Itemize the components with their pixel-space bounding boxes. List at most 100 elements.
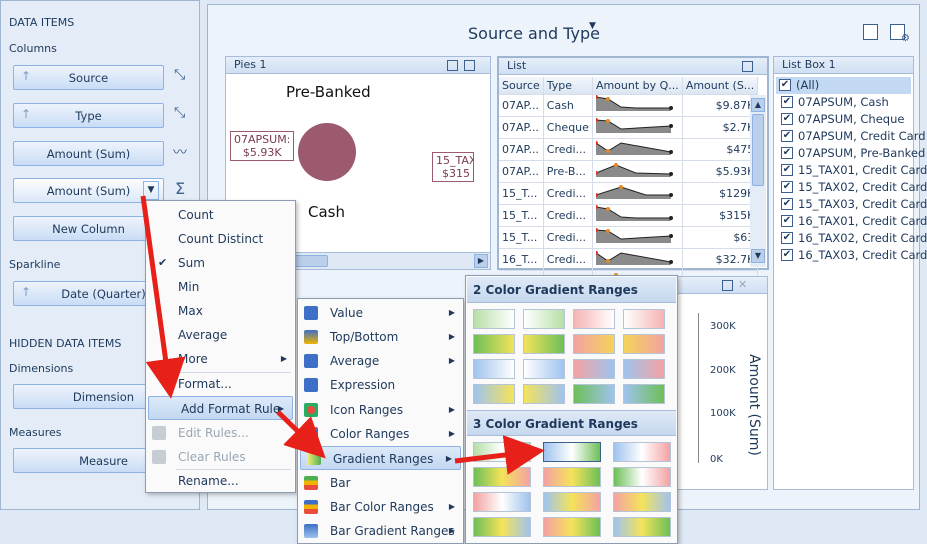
table-row[interactable]: 07AP... Cheque $2.7K	[499, 116, 759, 139]
sparkline-icon[interactable]: 〰	[173, 142, 187, 162]
gradient-swatch[interactable]	[523, 384, 565, 404]
gradient-swatch[interactable]	[573, 359, 615, 379]
scrollbar-thumb[interactable]	[752, 114, 764, 186]
checkbox[interactable]: ✔	[781, 249, 793, 261]
column-field-type[interactable]: ↑ Type	[13, 103, 164, 128]
sparkline-field[interactable]: ↑ Date (Quarter)	[13, 281, 164, 306]
menu-item-max[interactable]: Max	[146, 299, 295, 323]
menu-item-format[interactable]: Format...	[146, 372, 295, 396]
checkbox[interactable]: ✔	[779, 79, 791, 91]
column-field-amount-active[interactable]: Amount (Sum) ▼	[13, 178, 164, 203]
vertical-scrollbar[interactable]: ▲ ▼	[750, 95, 766, 267]
list-box-item[interactable]: ✔ 15_TAX01, Credit Card	[778, 162, 927, 179]
menu-item-bar-gradient-ranges[interactable]: Bar Gradient Ranges ▶	[298, 519, 463, 543]
gradient-swatch[interactable]	[623, 334, 665, 354]
menu-item-add-format-rule[interactable]: Add Format Rule ▶	[148, 396, 293, 420]
table-row[interactable]: 15_T... Credi... $129K	[499, 182, 759, 205]
gradient-swatch[interactable]	[613, 517, 671, 537]
gradient-swatch[interactable]	[613, 442, 671, 462]
menu-item-bar-color-ranges[interactable]: Bar Color Ranges ▶	[298, 495, 463, 519]
scroll-up-icon[interactable]: ▲	[751, 98, 765, 112]
export-icon[interactable]	[863, 24, 878, 40]
export-icon[interactable]	[722, 280, 733, 291]
checkbox[interactable]: ✔	[781, 113, 793, 125]
gradient-swatch[interactable]	[573, 334, 615, 354]
scroll-right-icon[interactable]: ▶	[474, 254, 488, 268]
gradient-swatch[interactable]	[473, 467, 531, 487]
gradient-swatch[interactable]	[613, 492, 671, 512]
table-row[interactable]: 07AP... Credi... $475	[499, 138, 759, 161]
gradient-swatch[interactable]	[473, 334, 515, 354]
scroll-down-icon[interactable]: ▼	[751, 249, 765, 263]
checkbox[interactable]: ✔	[781, 198, 793, 210]
menu-item-bar[interactable]: Bar	[298, 471, 463, 495]
gradient-swatch[interactable]	[473, 442, 531, 462]
gradient-swatch[interactable]	[473, 359, 515, 379]
gradient-swatch[interactable]	[543, 492, 601, 512]
gradient-swatch[interactable]	[543, 517, 601, 537]
menu-item-color-ranges[interactable]: Color Ranges ▶	[298, 422, 463, 446]
list-panel[interactable]: List Source Type Amount by Q... Amount (…	[497, 56, 769, 293]
gradient-swatch[interactable]	[473, 517, 531, 537]
table-row[interactable]: 16_T... Credi... $32.7K	[499, 248, 759, 271]
menu-item-rename[interactable]: Rename...	[146, 469, 295, 493]
column-header[interactable]: Type	[543, 77, 593, 95]
menu-item-gradient-ranges[interactable]: Gradient Ranges ▶	[300, 446, 461, 470]
menu-item-min[interactable]: Min	[146, 275, 295, 299]
checkbox[interactable]: ✔	[781, 130, 793, 142]
checkbox[interactable]: ✔	[781, 96, 793, 108]
clear-selection-icon[interactable]	[464, 60, 475, 71]
gradient-swatch[interactable]	[543, 442, 601, 462]
list-box-item[interactable]: ✔ 16_TAX02, Credit Card	[778, 230, 927, 247]
table-row[interactable]: 07AP... Cash $9.87K	[499, 94, 759, 117]
menu-item-count-distinct[interactable]: Count Distinct	[146, 227, 295, 251]
axis-icon[interactable]: ⤡	[174, 105, 185, 121]
gradient-swatch[interactable]	[473, 492, 531, 512]
export-icon[interactable]	[447, 60, 458, 71]
list-box-item[interactable]: ✔ 16_TAX01, Credit Card	[778, 213, 927, 230]
table-row[interactable]: 15_T... Credi... $315K	[499, 204, 759, 227]
checkbox[interactable]: ✔	[781, 181, 793, 193]
menu-item-average-rule[interactable]: Average ▶	[298, 349, 463, 373]
menu-item-expression[interactable]: Expression	[298, 373, 463, 397]
checkbox[interactable]: ✔	[781, 147, 793, 159]
column-field-source[interactable]: ↑ Source	[13, 65, 164, 90]
gradient-swatch[interactable]	[523, 334, 565, 354]
sigma-icon[interactable]: Σ	[175, 179, 185, 198]
axis-icon[interactable]: ⤡	[174, 67, 185, 83]
menu-item-edit-rules[interactable]: Edit Rules...	[146, 421, 295, 445]
gradient-swatch[interactable]	[573, 309, 615, 329]
checkbox[interactable]: ✔	[781, 232, 793, 244]
column-header[interactable]: Source	[499, 77, 544, 95]
table-row[interactable]: 15_T... Credi... $63	[499, 226, 759, 249]
gradient-swatch[interactable]	[623, 384, 665, 404]
column-field-amount[interactable]: Amount (Sum)	[13, 141, 164, 166]
menu-item-more[interactable]: More ▶	[146, 347, 295, 371]
list-box-item[interactable]: ✔ 07APSUM, Pre-Banked	[778, 145, 925, 162]
table-row[interactable]: 07AP... Pre-B... $5.93K	[499, 160, 759, 183]
column-header[interactable]: Amount by Q...	[592, 77, 683, 95]
list-box-item[interactable]: ✔ 07APSUM, Cheque	[778, 111, 904, 128]
gradient-swatch[interactable]	[573, 384, 615, 404]
new-column-button[interactable]: New Column	[13, 216, 164, 241]
list-box-item[interactable]: ✔ 07APSUM, Cash	[778, 94, 889, 111]
menu-item-clear-rules[interactable]: Clear Rules	[146, 445, 295, 469]
chevron-down-icon[interactable]: ▼	[143, 181, 159, 200]
menu-item-top-bottom[interactable]: Top/Bottom ▶	[298, 325, 463, 349]
gradient-swatch[interactable]	[623, 359, 665, 379]
checkbox[interactable]: ✔	[781, 164, 793, 176]
gradient-swatch[interactable]	[623, 309, 665, 329]
list-box-item[interactable]: ✔ 15_TAX03, Credit Card	[778, 196, 927, 213]
column-header[interactable]: Amount (S...	[682, 77, 759, 95]
menu-item-count[interactable]: Count	[146, 203, 295, 227]
list-box-item[interactable]: ✔ 15_TAX02, Credit Card	[778, 179, 927, 196]
list-box-item[interactable]: ✔ 07APSUM, Credit Card	[778, 128, 926, 145]
menu-item-average[interactable]: Average	[146, 323, 295, 347]
gradient-swatch[interactable]	[473, 309, 515, 329]
pie-chart[interactable]	[298, 123, 356, 181]
list-box-item[interactable]: ✔ (All)	[776, 77, 911, 94]
gradient-swatch[interactable]	[523, 309, 565, 329]
clear-selection-icon[interactable]: ✕	[738, 278, 747, 291]
list-box-item[interactable]: ✔ 16_TAX03, Credit Card	[778, 247, 927, 264]
menu-item-sum[interactable]: ✔ Sum	[146, 251, 295, 275]
